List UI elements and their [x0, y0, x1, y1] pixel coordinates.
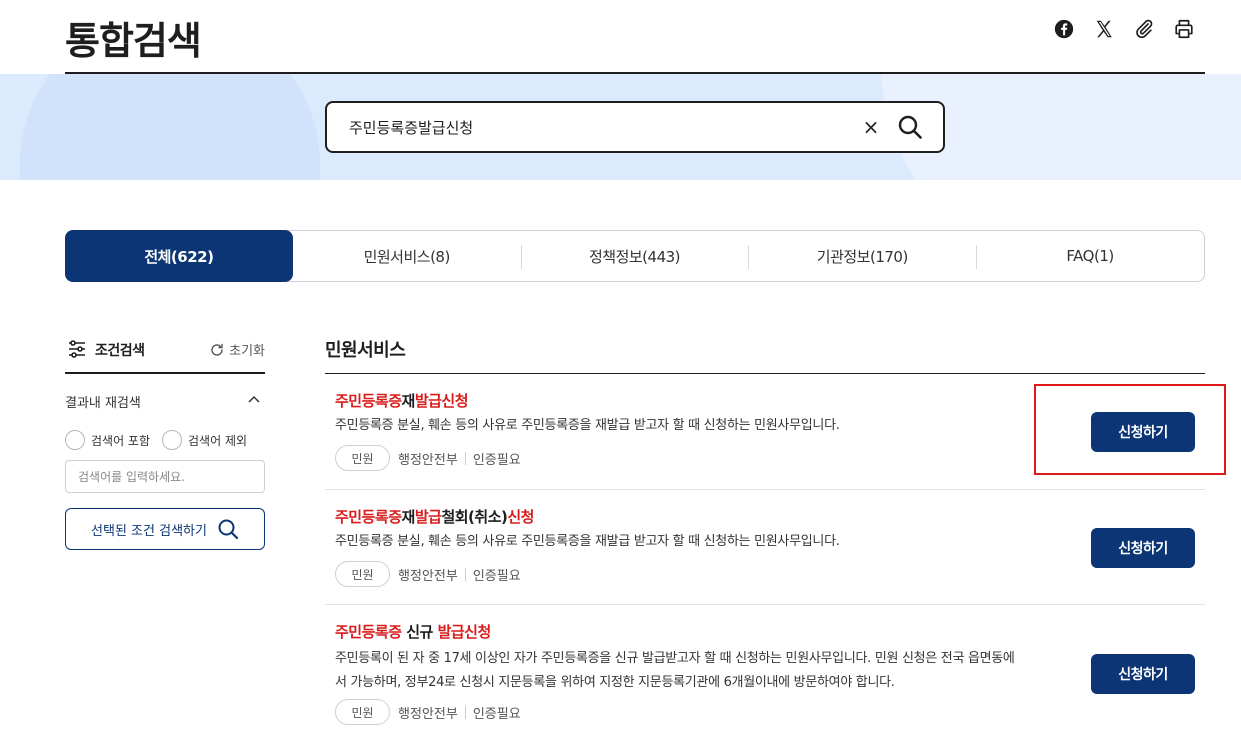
page-header: 통합검색 — [65, 0, 1205, 74]
meta-divider — [464, 567, 466, 581]
meta-divider — [464, 705, 466, 719]
print-icon[interactable] — [1173, 18, 1195, 40]
refresh-icon — [211, 343, 223, 356]
condition-search-button[interactable]: 선택된 조건 검색하기 — [65, 508, 265, 550]
title-text: 신규 — [401, 623, 438, 641]
reset-button[interactable]: 초기화 — [209, 340, 265, 359]
page-title: 통합검색 — [65, 19, 202, 63]
agency-name: 행정안전부 — [398, 568, 458, 584]
radio-circle[interactable] — [162, 430, 183, 450]
facebook-icon[interactable] — [1053, 18, 1075, 40]
meta-divider — [464, 451, 466, 465]
radio-circle[interactable] — [65, 430, 85, 450]
result-title[interactable]: 주민등록증 신규 발급신청 — [335, 621, 491, 642]
search-icon — [218, 519, 239, 540]
agency-name: 행정안전부 — [398, 452, 458, 468]
chevron-up-icon[interactable] — [247, 394, 261, 404]
research-row: 결과내 재검색 — [65, 374, 265, 418]
filter-title: 조건검색 — [95, 343, 145, 359]
search-band: × — [0, 74, 1241, 180]
include-keyword-radio[interactable]: 검색어 포함 — [65, 430, 150, 450]
auth-required: 인증필요 — [472, 568, 521, 584]
category-tabs: 전체(622) 민원서비스(8) 정책정보(443) 기관정보(170) FAQ… — [65, 230, 1205, 282]
title-highlight: 발급신청 — [414, 392, 469, 410]
apply-button[interactable]: 신청하기 — [1091, 528, 1195, 568]
research-label: 결과내 재검색 — [65, 396, 141, 411]
title-text: 재 — [401, 392, 416, 410]
result-title[interactable]: 주민등록증재발급신청 — [335, 390, 469, 411]
x-icon[interactable] — [1093, 18, 1115, 40]
reset-label: 초기화 — [229, 344, 265, 359]
tab-policy-info[interactable]: 정책정보(443) — [520, 231, 749, 281]
result-description: 주민등록증 분실, 훼손 등의 사유로 주민등록증을 재발급 받고자 할 때 신… — [335, 418, 840, 433]
agency-name: 행정안전부 — [398, 706, 458, 722]
result-item: 주민등록증재발급철회(취소)신청 주민등록증 분실, 훼손 등의 사유로 주민등… — [325, 490, 1205, 605]
results-section: 민원서비스 주민등록증재발급신청 주민등록증 분실, 훼손 등의 사유로 주민등… — [325, 330, 1205, 743]
filter-panel: 조건검색 초기화 결과내 재검색 검색어 포함 검색어 제외 선택된 조건 검색… — [65, 330, 265, 550]
filter-sliders-icon — [67, 339, 87, 359]
title-highlight: 신청 — [507, 508, 534, 526]
apply-button[interactable]: 신청하기 — [1091, 412, 1195, 452]
auth-required: 인증필요 — [472, 452, 521, 468]
title-text: 재 — [401, 508, 416, 526]
apply-button[interactable]: 신청하기 — [1091, 654, 1195, 694]
title-text: 철회(취소) — [441, 508, 508, 526]
title-highlight: 주민등록증 — [335, 508, 402, 526]
title-highlight: 발급 — [414, 508, 442, 526]
link-icon[interactable] — [1133, 18, 1155, 40]
auth-required: 인증필요 — [472, 706, 521, 722]
background-decoration — [20, 74, 320, 180]
result-title[interactable]: 주민등록증재발급철회(취소)신청 — [335, 506, 534, 527]
search-icon[interactable] — [897, 114, 923, 140]
tab-agency-info[interactable]: 기관정보(170) — [748, 231, 976, 281]
tab-all[interactable]: 전체(622) — [65, 230, 293, 282]
tab-faq[interactable]: FAQ(1) — [976, 231, 1204, 281]
category-tag: 민원 — [335, 445, 390, 471]
exclude-keyword-label: 검색어 제외 — [188, 433, 248, 448]
title-highlight: 주민등록증 — [335, 392, 402, 410]
condition-search-label: 선택된 조건 검색하기 — [91, 523, 207, 539]
result-meta: 민원 행정안전부 인증필요 — [335, 699, 521, 725]
keyword-mode-options: 검색어 포함 검색어 제외 — [65, 430, 265, 450]
search-input[interactable] — [349, 115, 849, 139]
share-toolbar — [1053, 18, 1195, 40]
result-meta: 민원 행정안전부 인증필요 — [335, 445, 521, 471]
clear-search-button[interactable]: × — [859, 115, 883, 139]
search-box: × — [325, 101, 945, 153]
description-line: 주민등록이 된 자 중 17세 이상인 자가 주민등록증을 신규 발급받고자 할… — [335, 651, 1015, 666]
keyword-input[interactable] — [65, 460, 265, 493]
result-meta: 민원 행정안전부 인증필요 — [335, 561, 521, 587]
title-highlight: 발급신청 — [437, 623, 492, 641]
title-highlight: 주민등록증 — [335, 623, 402, 641]
tab-civil-services[interactable]: 민원서비스(8) — [293, 231, 521, 281]
result-description: 주민등록이 된 자 중 17세 이상인 자가 주민등록증을 신규 발급받고자 할… — [335, 647, 1075, 695]
result-item: 주민등록증재발급신청 주민등록증 분실, 훼손 등의 사유로 주민등록증을 재발… — [325, 374, 1205, 490]
category-tag: 민원 — [335, 699, 390, 725]
include-keyword-label: 검색어 포함 — [91, 433, 151, 448]
filter-header: 조건검색 초기화 — [65, 330, 265, 374]
results-section-title: 민원서비스 — [325, 330, 1205, 374]
result-item: 주민등록증 신규 발급신청 주민등록이 된 자 중 17세 이상인 자가 주민등… — [325, 605, 1205, 743]
result-description: 주민등록증 분실, 훼손 등의 사유로 주민등록증을 재발급 받고자 할 때 신… — [335, 534, 840, 549]
category-tag: 민원 — [335, 561, 390, 587]
exclude-keyword-radio[interactable]: 검색어 제외 — [162, 430, 247, 450]
description-line: 서 가능하며, 정부24로 신청시 지문등록을 위하여 지정한 지문등록기관에 … — [335, 675, 895, 690]
